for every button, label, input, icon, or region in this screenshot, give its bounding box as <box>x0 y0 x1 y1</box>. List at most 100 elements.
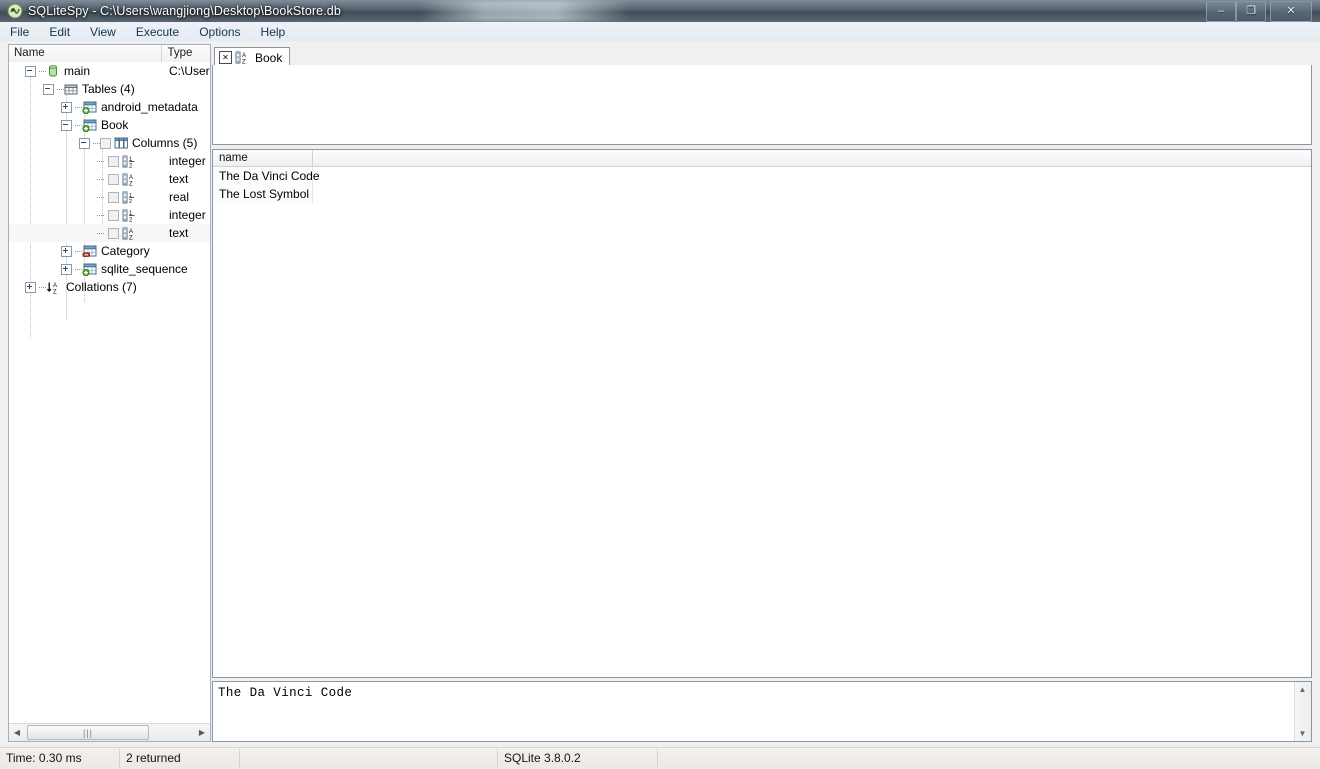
workspace-panel: ✕ AZ Book name The Da Vinci Code The Los… <box>212 44 1312 742</box>
tree-node-collations[interactable]: AZ Collations (7) <box>9 278 210 296</box>
tree-node-column[interactable]: 12 integer <box>9 152 210 170</box>
tree-node-checkbox[interactable] <box>108 209 119 221</box>
value-viewer-scrollbar[interactable]: ▲ ▼ <box>1294 682 1311 741</box>
menu-item-edit[interactable]: Edit <box>40 23 79 41</box>
svg-text:1: 1 <box>129 211 133 217</box>
menu-item-view[interactable]: View <box>81 23 125 41</box>
menu-item-help[interactable]: Help <box>252 23 295 41</box>
tree-column-headers: Name Type <box>9 45 210 63</box>
minimize-button[interactable]: – <box>1206 1 1236 22</box>
tree-node-type: integer <box>169 208 206 222</box>
status-tail <box>658 749 1320 768</box>
tree-node-checkbox[interactable] <box>108 155 119 167</box>
svg-text:Z: Z <box>53 289 57 294</box>
tree-node-columns[interactable]: Columns (5) <box>9 134 210 152</box>
tree-node-checkbox[interactable] <box>108 191 119 203</box>
scroll-down-arrow-icon[interactable]: ▼ <box>1295 726 1310 741</box>
scrollbar-thumb[interactable]: ||| <box>27 725 149 740</box>
sort-az-icon: AZ <box>46 281 62 295</box>
tree-node-label: Tables (4) <box>82 82 135 96</box>
svg-text:Z: Z <box>242 59 246 64</box>
scroll-right-arrow-icon[interactable]: ▶ <box>194 725 210 740</box>
column-number-icon: 12 <box>122 209 138 223</box>
sql-editor[interactable] <box>212 65 1312 145</box>
svg-text:2: 2 <box>129 199 132 204</box>
svg-text:1: 1 <box>129 157 133 163</box>
tree-horizontal-scrollbar[interactable]: ◀ ||| ▶ <box>9 723 210 741</box>
expander-collapse-icon[interactable] <box>79 137 90 149</box>
tree-node-tables[interactable]: Tables (4) <box>9 80 210 98</box>
tree-node-checkbox[interactable] <box>108 227 119 239</box>
tree-node-column[interactable]: AZ text <box>9 170 210 188</box>
tree-node-type: real <box>169 190 190 204</box>
menu-item-execute[interactable]: Execute <box>127 23 188 41</box>
database-tree-panel: Name Type main C:\Users <box>8 44 211 742</box>
close-button[interactable]: ✕ <box>1270 1 1312 22</box>
svg-text:A: A <box>242 53 246 59</box>
table-row[interactable]: The Da Vinci Code <box>213 167 1311 185</box>
tree-node-main[interactable]: main C:\Users <box>9 62 210 80</box>
tab-strip: ✕ AZ Book <box>212 44 1312 67</box>
maximize-restore-button[interactable]: ❐ <box>1236 1 1266 22</box>
sqlitespy-logo-icon <box>7 3 23 19</box>
tree-header-name[interactable]: Name <box>9 45 163 62</box>
tables-grid-icon <box>64 83 78 96</box>
status-sqlite-version: SQLite 3.8.0.2 <box>498 749 658 768</box>
table-row[interactable]: The Lost Symbol <box>213 185 1311 203</box>
tree-node-label: Book <box>101 118 129 132</box>
grid-cell[interactable]: The Da Vinci Code <box>213 167 320 185</box>
table-green-icon <box>82 263 97 276</box>
svg-text:2: 2 <box>129 217 133 222</box>
table-green-icon <box>82 101 97 114</box>
column-text-icon: AZ <box>122 173 138 187</box>
tree-node-android-metadata[interactable]: android_metadata <box>9 98 210 116</box>
column-number-icon: 12 <box>122 155 138 169</box>
window-title: SQLiteSpy - C:\Users\wangjiong\Desktop\B… <box>28 4 341 18</box>
tree-node-label: sqlite_sequence <box>101 262 188 276</box>
tree-node-book[interactable]: Book <box>9 116 210 134</box>
svg-text:2: 2 <box>129 163 133 168</box>
svg-text:A: A <box>129 229 133 235</box>
menu-item-options[interactable]: Options <box>190 23 249 41</box>
menu-item-file[interactable]: File <box>1 23 38 41</box>
value-viewer-panel[interactable]: The Da Vinci Code ▲ ▼ <box>212 681 1312 742</box>
tree-node-type: C:\Users <box>169 64 210 78</box>
column-text-icon: AZ <box>122 227 138 241</box>
expander-expand-icon[interactable] <box>25 281 36 293</box>
tab-book[interactable]: ✕ AZ Book <box>214 47 291 67</box>
svg-text:Z: Z <box>129 235 133 240</box>
tree-node-column[interactable]: 12 real <box>9 188 210 206</box>
tree-node-sqlite-sequence[interactable]: sqlite_sequence <box>9 260 210 278</box>
scroll-up-arrow-icon[interactable]: ▲ <box>1295 682 1310 697</box>
tree-node-column[interactable]: AZ text <box>9 224 210 242</box>
expander-expand-icon[interactable] <box>61 101 72 113</box>
grid-column-header-filler <box>313 150 1311 166</box>
expander-collapse-icon[interactable] <box>43 83 54 95</box>
tree-node-type: text <box>169 172 189 186</box>
tree-node-checkbox[interactable] <box>108 173 119 185</box>
expander-expand-icon[interactable] <box>61 263 72 275</box>
tree-node-category[interactable]: Category <box>9 242 210 260</box>
title-bar-glare <box>420 0 630 22</box>
expander-expand-icon[interactable] <box>61 245 72 257</box>
column-number-icon: 12 <box>122 191 138 205</box>
tab-label: Book <box>255 50 283 65</box>
tree-header-type[interactable]: Type <box>162 45 210 62</box>
status-rows-returned: 2 returned <box>120 749 240 768</box>
svg-text:A: A <box>53 283 57 289</box>
scroll-left-arrow-icon[interactable]: ◀ <box>9 725 25 740</box>
tree-node-checkbox[interactable] <box>100 137 111 149</box>
expander-collapse-icon[interactable] <box>25 65 36 77</box>
result-grid[interactable]: name The Da Vinci Code The Lost Symbol <box>212 149 1312 678</box>
restore-icon: ❐ <box>1246 5 1256 17</box>
expander-collapse-icon[interactable] <box>61 119 72 131</box>
application-window: SQLiteSpy - C:\Users\wangjiong\Desktop\B… <box>0 0 1320 769</box>
svg-text:A: A <box>129 175 133 181</box>
tree-node-list[interactable]: main C:\Users Tables (4) <box>9 62 210 724</box>
tree-node-column[interactable]: 12 integer <box>9 206 210 224</box>
grid-column-header-name[interactable]: name <box>213 150 313 166</box>
tree-node-type: text <box>169 226 189 240</box>
grid-cell[interactable]: The Lost Symbol <box>213 185 313 203</box>
tab-close-icon[interactable]: ✕ <box>219 51 232 64</box>
columns-icon <box>114 137 128 150</box>
